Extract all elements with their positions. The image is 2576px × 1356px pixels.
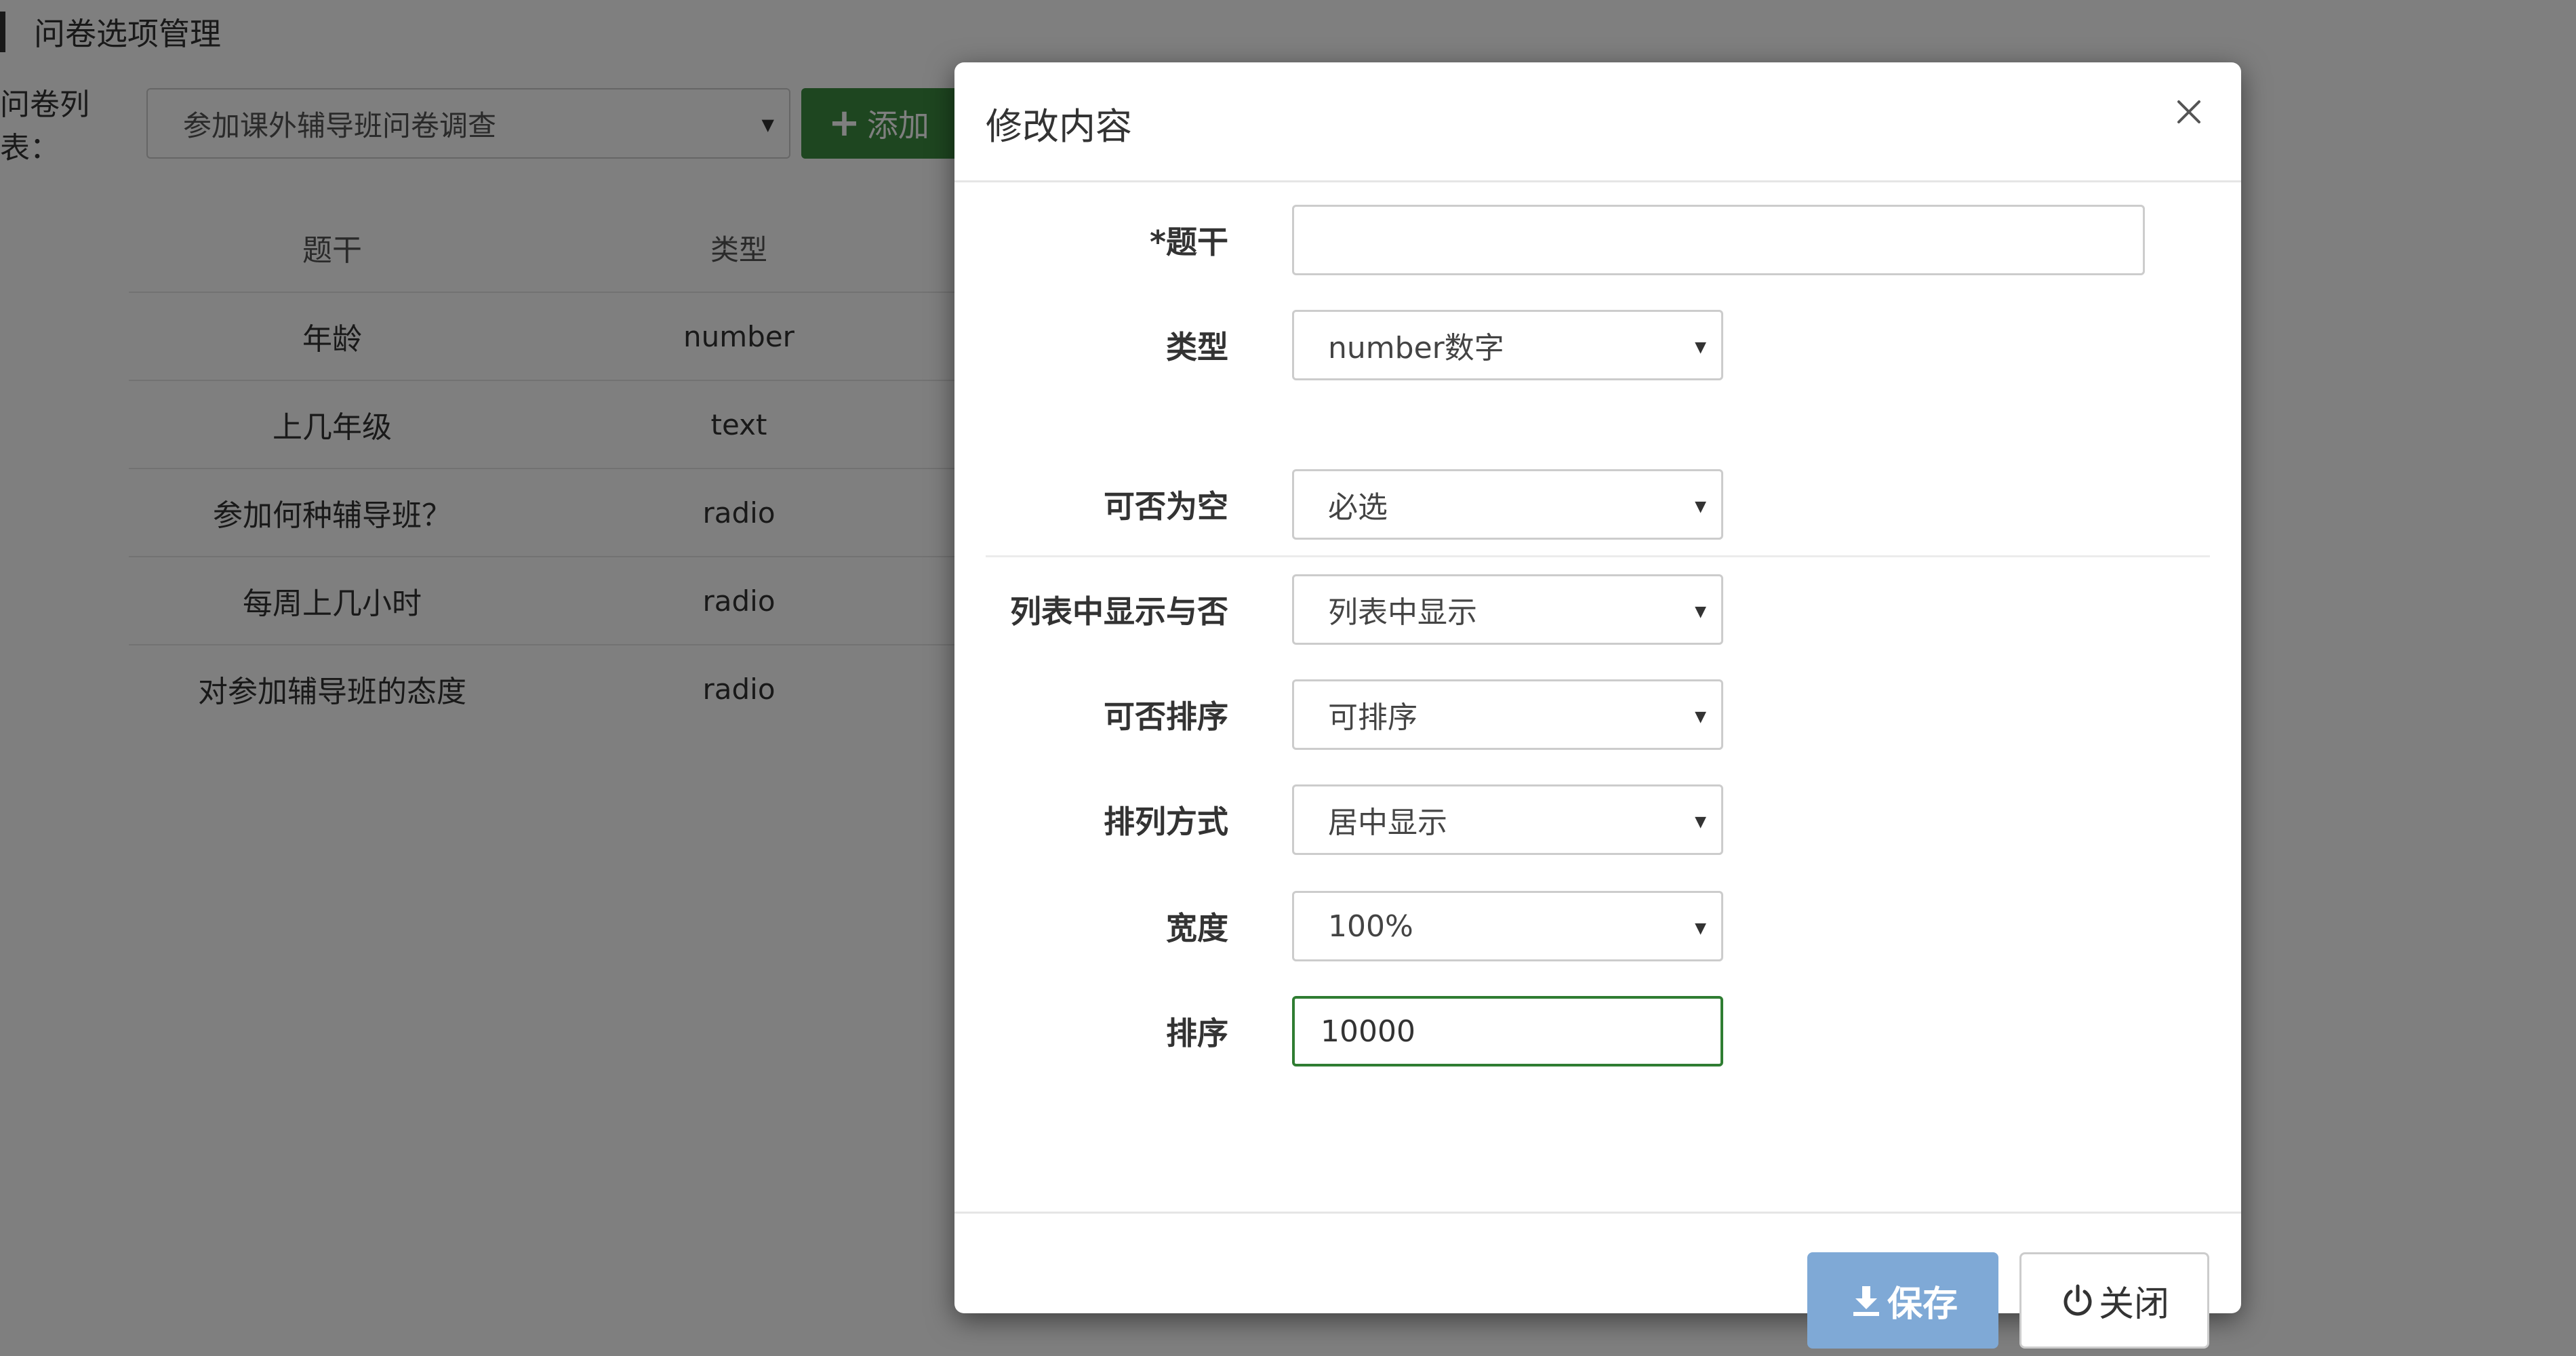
type-select-value: number数字 (1328, 331, 1504, 365)
field-row-order: 排序 10000 (954, 996, 2241, 1066)
show-in-list-label: 列表中显示与否 (1010, 593, 1228, 630)
field-row-type: 类型 number数字 ▼ (954, 310, 2241, 380)
field-row-sortable: 可否排序 可排序 ▼ (954, 679, 2241, 750)
type-label: 类型 (1166, 329, 1228, 365)
field-row-width: 宽度 100% ▼ (954, 891, 2241, 961)
sortable-select[interactable]: 可排序 ▼ (1292, 679, 1723, 750)
save-button[interactable]: 保存 (1807, 1252, 1998, 1349)
sortable-select-value: 可排序 (1328, 700, 1417, 735)
dialog-footer: 保存 关闭 (954, 1212, 2241, 1349)
required-select[interactable]: 必选 ▼ (1292, 469, 1723, 540)
align-select[interactable]: 居中显示 ▼ (1292, 784, 1723, 855)
caret-down-icon: ▼ (1695, 709, 1706, 725)
required-select-value: 必选 (1328, 490, 1388, 525)
caret-down-icon: ▼ (1695, 603, 1706, 620)
section-divider (986, 555, 2210, 557)
edit-dialog: 修改内容 *题干 类型 number数字 ▼ 可否为空 必选 ▼ 列表中显示与否 (954, 62, 2241, 1349)
field-row-required: 可否为空 必选 ▼ (954, 469, 2241, 540)
show-in-list-select[interactable]: 列表中显示 ▼ (1292, 574, 1723, 645)
align-select-value: 居中显示 (1328, 805, 1447, 840)
stem-input[interactable] (1292, 205, 2145, 275)
close-button-label: 关闭 (2098, 1283, 2169, 1325)
dialog-title: 修改内容 (986, 105, 1132, 148)
dialog-body: *题干 类型 number数字 ▼ 可否为空 必选 ▼ 列表中显示与否 列表中显… (954, 182, 2241, 1213)
order-label: 排序 (1166, 1015, 1228, 1052)
align-label: 排列方式 (1104, 803, 1228, 840)
close-button[interactable]: 关闭 (2019, 1252, 2209, 1349)
save-button-label: 保存 (1887, 1283, 1958, 1325)
width-select-value: 100% (1328, 909, 1413, 944)
stem-label: *题干 (1149, 224, 1228, 260)
type-select[interactable]: number数字 ▼ (1292, 310, 1723, 380)
field-row-align: 排列方式 居中显示 ▼ (954, 784, 2241, 855)
field-row-show-in-list: 列表中显示与否 列表中显示 ▼ (954, 574, 2241, 645)
close-icon[interactable] (2172, 95, 2206, 129)
sortable-label: 可否排序 (1104, 698, 1228, 735)
order-input[interactable]: 10000 (1292, 996, 1723, 1066)
caret-down-icon: ▼ (1695, 814, 1706, 831)
width-select[interactable]: 100% ▼ (1292, 891, 1723, 961)
caret-down-icon: ▼ (1695, 498, 1706, 515)
field-row-stem: *题干 (954, 205, 2241, 275)
required-label: 可否为空 (1104, 488, 1228, 525)
show-in-list-select-value: 列表中显示 (1328, 595, 1477, 630)
download-icon (1853, 1286, 1879, 1316)
caret-down-icon: ▼ (1695, 339, 1706, 356)
dialog-header: 修改内容 (954, 62, 2241, 182)
caret-down-icon: ▼ (1695, 920, 1706, 937)
power-icon (2064, 1284, 2092, 1316)
width-label: 宽度 (1166, 910, 1228, 946)
